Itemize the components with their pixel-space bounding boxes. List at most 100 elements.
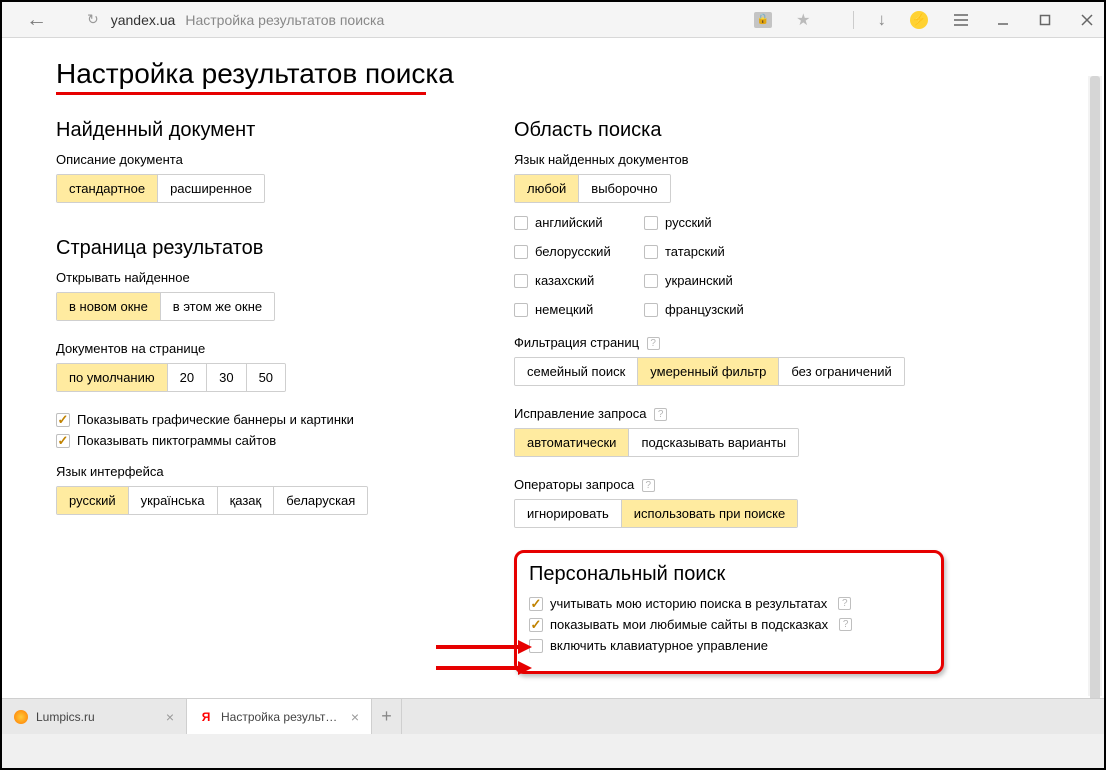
annotation-underline — [56, 92, 426, 95]
lang-be-label: белорусский — [535, 244, 611, 259]
personal-history-label: учитывать мою историю поиска в результат… — [550, 596, 827, 611]
refresh-icon[interactable]: ↻ — [85, 9, 101, 30]
spell-group: автоматически подсказывать варианты — [514, 428, 799, 457]
show-favicons-checkbox[interactable] — [56, 434, 70, 448]
doc-lang-any-button[interactable]: любой — [515, 175, 579, 202]
page-title: Настройка результатов поиска — [56, 58, 454, 90]
doc-lang-checkboxes: английский русский белорусский татарский… — [514, 215, 944, 323]
separator — [853, 11, 854, 29]
tab-yandex-settings[interactable]: Я Настройка результатов п × — [187, 699, 372, 734]
address-bar[interactable]: ↻ yandex.ua Настройка результатов поиска — [85, 9, 384, 30]
window-close-button[interactable] — [1078, 11, 1096, 29]
lang-tt-checkbox[interactable] — [644, 245, 658, 259]
results-page-title: Страница результатов — [56, 237, 514, 260]
ops-use-button[interactable]: использовать при поиске — [622, 500, 797, 527]
back-button[interactable]: ← — [10, 8, 63, 32]
spell-label: Исправление запроса ? — [514, 406, 944, 421]
page-filter-label: Фильтрация страниц ? — [514, 335, 944, 350]
ui-lang-group: русский українська қазақ беларуская — [56, 486, 368, 515]
page-filter-group: семейный поиск умеренный фильтр без огра… — [514, 357, 905, 386]
help-icon[interactable]: ? — [642, 479, 655, 492]
desc-extended-button[interactable]: расширенное — [158, 175, 264, 202]
bookmark-star-icon[interactable]: ★ — [796, 10, 810, 30]
ui-lang-ru-button[interactable]: русский — [57, 487, 129, 514]
doc-lang-label: Язык найденных документов — [514, 152, 944, 167]
maximize-button[interactable] — [1036, 11, 1054, 29]
personal-history-checkbox[interactable] — [529, 597, 543, 611]
lang-de-checkbox[interactable] — [514, 303, 528, 317]
tab-lumpics[interactable]: Lumpics.ru × — [2, 699, 187, 734]
tab-close-icon[interactable]: × — [166, 709, 174, 725]
tab-strip: Lumpics.ru × Я Настройка результатов п ×… — [2, 698, 1104, 734]
show-favicons-row: Показывать пиктограммы сайтов — [56, 433, 514, 448]
turbo-icon[interactable]: ⚡ — [910, 11, 928, 29]
lang-fr-checkbox[interactable] — [644, 303, 658, 317]
help-icon[interactable]: ? — [654, 408, 667, 421]
favicon-lumpics — [14, 710, 28, 724]
ops-ignore-button[interactable]: игнорировать — [515, 500, 622, 527]
spell-suggest-button[interactable]: подсказывать варианты — [629, 429, 798, 456]
open-found-group: в новом окне в этом же окне — [56, 292, 275, 321]
lang-uk-checkbox[interactable] — [644, 274, 658, 288]
lang-en-checkbox[interactable] — [514, 216, 528, 230]
open-found-label: Открывать найденное — [56, 270, 514, 285]
open-same-window-button[interactable]: в этом же окне — [161, 293, 274, 320]
page-viewport: Настройка результатов поиска Найденный д… — [2, 38, 1104, 734]
ops-group: игнорировать использовать при поиске — [514, 499, 798, 528]
lang-ru-checkbox[interactable] — [644, 216, 658, 230]
docs-50-button[interactable]: 50 — [247, 364, 285, 391]
favicon-yandex: Я — [199, 710, 213, 724]
ui-lang-be-button[interactable]: беларуская — [274, 487, 367, 514]
docs-30-button[interactable]: 30 — [207, 364, 246, 391]
lang-be-checkbox[interactable] — [514, 245, 528, 259]
open-new-window-button[interactable]: в новом окне — [57, 293, 161, 320]
menu-icon[interactable] — [952, 11, 970, 29]
ui-lang-label: Язык интерфейса — [56, 464, 514, 479]
docs-per-page-group: по умолчанию 20 30 50 — [56, 363, 286, 392]
lang-en-label: английский — [535, 215, 603, 230]
url-page-title: Настройка результатов поиска — [185, 12, 384, 28]
lang-kk-label: казахский — [535, 273, 594, 288]
personal-search-highlight: Персональный поиск учитывать мою историю… — [514, 550, 944, 674]
personal-search-title: Персональный поиск — [529, 563, 929, 586]
personal-fav-checkbox[interactable] — [529, 618, 543, 632]
tab-title: Lumpics.ru — [36, 710, 158, 724]
help-icon[interactable]: ? — [839, 618, 852, 631]
lang-tt-label: татарский — [665, 244, 725, 259]
doc-lang-select-button[interactable]: выборочно — [579, 175, 669, 202]
filter-family-button[interactable]: семейный поиск — [515, 358, 638, 385]
help-icon[interactable]: ? — [647, 337, 660, 350]
lock-icon[interactable]: 🔒 — [754, 12, 772, 28]
desc-standard-button[interactable]: стандартное — [57, 175, 158, 202]
tab-close-icon[interactable]: × — [351, 709, 359, 725]
right-column: Область поиска Язык найденных документов… — [514, 115, 944, 674]
url-domain: yandex.ua — [111, 12, 176, 28]
filter-none-button[interactable]: без ограничений — [779, 358, 903, 385]
lang-uk-label: украинский — [665, 273, 733, 288]
doc-description-label: Описание документа — [56, 152, 514, 167]
vertical-scrollbar[interactable] — [1088, 76, 1102, 696]
show-banners-checkbox[interactable] — [56, 413, 70, 427]
show-banners-row: Показывать графические баннеры и картинк… — [56, 412, 514, 427]
browser-toolbar: ← ↻ yandex.ua Настройка результатов поис… — [2, 2, 1104, 38]
filter-moderate-button[interactable]: умеренный фильтр — [638, 358, 779, 385]
lang-kk-checkbox[interactable] — [514, 274, 528, 288]
new-tab-button[interactable]: + — [372, 699, 402, 734]
personal-fav-label: показывать мои любимые сайты в подсказка… — [550, 617, 828, 632]
downloads-icon[interactable]: ↓ — [878, 10, 887, 30]
help-icon[interactable]: ? — [838, 597, 851, 610]
docs-20-button[interactable]: 20 — [168, 364, 207, 391]
show-banners-label: Показывать графические баннеры и картинк… — [77, 412, 354, 427]
show-favicons-label: Показывать пиктограммы сайтов — [77, 433, 276, 448]
personal-kbd-label: включить клавиатурное управление — [550, 638, 768, 653]
minimize-button[interactable] — [994, 11, 1012, 29]
ui-lang-kk-button[interactable]: қазақ — [218, 487, 275, 514]
ops-label: Операторы запроса ? — [514, 477, 944, 492]
ui-lang-uk-button[interactable]: українська — [129, 487, 218, 514]
lang-fr-label: французский — [665, 302, 744, 317]
annotation-arrows — [436, 640, 532, 675]
spell-auto-button[interactable]: автоматически — [515, 429, 629, 456]
left-column: Найденный документ Описание документа ст… — [56, 115, 514, 674]
docs-default-button[interactable]: по умолчанию — [57, 364, 168, 391]
doc-description-group: стандартное расширенное — [56, 174, 265, 203]
